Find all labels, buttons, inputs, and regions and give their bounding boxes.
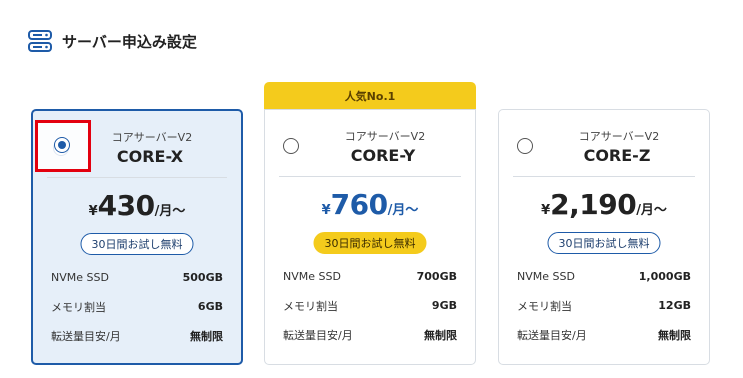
divider xyxy=(47,177,227,178)
spec-value: 700GB xyxy=(416,270,457,283)
trial-badge: 30日間お試し無料 xyxy=(547,232,661,254)
price-unit: /月〜 xyxy=(387,203,419,218)
spec-row: メモリ割当 6GB xyxy=(51,292,223,321)
spec-value: 9GB xyxy=(431,299,457,312)
spec-value: 1,000GB xyxy=(638,270,691,283)
popular-badge: 人気No.1 xyxy=(264,82,476,110)
plan-price: ¥430/月〜 xyxy=(33,189,241,222)
spec-row: 転送量目安/月 無制限 xyxy=(283,320,457,349)
spec-label: メモリ割当 xyxy=(517,299,572,313)
plan-name: CORE-Y xyxy=(350,146,416,165)
spec-label: NVMe SSD xyxy=(283,270,341,283)
plan-price: ¥760/月〜 xyxy=(265,188,475,221)
price-amount: 760 xyxy=(330,188,388,221)
spec-row: メモリ割当 9GB xyxy=(283,291,457,320)
spec-value: 無制限 xyxy=(658,328,691,342)
spec-label: 転送量目安/月 xyxy=(283,328,353,342)
spec-value: 無制限 xyxy=(190,329,223,343)
price-currency: ¥ xyxy=(321,203,331,218)
server-icon xyxy=(28,30,52,52)
price-unit: /月〜 xyxy=(636,203,667,218)
spec-row: 転送量目安/月 無制限 xyxy=(517,320,691,349)
plan-radio-core-x-highlight[interactable] xyxy=(54,137,70,153)
plan-specs: NVMe SSD 1,000GB メモリ割当 12GB 転送量目安/月 無制限 xyxy=(517,262,691,349)
trial-badge: 30日間お試し無料 xyxy=(313,232,427,254)
plan-specs: NVMe SSD 500GB メモリ割当 6GB 転送量目安/月 無制限 xyxy=(51,263,223,350)
spec-value: 6GB xyxy=(197,300,223,313)
spec-row: 転送量目安/月 無制限 xyxy=(51,321,223,350)
plan-price: ¥2,190/月〜 xyxy=(499,188,709,221)
plan-card-core-y[interactable]: コアサーバーV2 CORE-Y ¥760/月〜 30日間お試し無料 NVMe S… xyxy=(264,109,476,365)
spec-value: 12GB xyxy=(658,299,691,312)
price-amount: 430 xyxy=(97,189,155,222)
plan-name: CORE-Z xyxy=(583,146,651,165)
plan-card-core-z[interactable]: コアサーバーV2 CORE-Z ¥2,190/月〜 30日間お試し無料 NVMe… xyxy=(498,109,710,365)
plan-card-header: コアサーバーV2 CORE-Y xyxy=(265,110,475,172)
price-currency: ¥ xyxy=(88,204,98,219)
spec-label: 転送量目安/月 xyxy=(517,328,587,342)
spec-label: メモリ割当 xyxy=(51,300,106,314)
spec-value: 無制限 xyxy=(424,328,457,342)
price-amount: 2,190 xyxy=(550,188,637,221)
plan-series: コアサーバーV2 xyxy=(578,130,660,143)
trial-badge: 30日間お試し無料 xyxy=(80,233,194,255)
divider xyxy=(279,176,461,177)
plan-card-header: コアサーバーV2 CORE-Z xyxy=(499,110,709,172)
section-header: サーバー申込み設定 xyxy=(28,28,197,54)
divider xyxy=(513,176,695,177)
price-currency: ¥ xyxy=(541,203,551,218)
plan-specs: NVMe SSD 700GB メモリ割当 9GB 転送量目安/月 無制限 xyxy=(283,262,457,349)
spec-label: メモリ割当 xyxy=(283,299,338,313)
spec-label: NVMe SSD xyxy=(51,271,109,284)
spec-row: メモリ割当 12GB xyxy=(517,291,691,320)
plan-series: コアサーバーV2 xyxy=(344,130,426,143)
selection-highlight-box xyxy=(35,120,91,172)
spec-value: 500GB xyxy=(182,271,223,284)
section-title: サーバー申込み設定 xyxy=(62,32,197,51)
server-application-panel: サーバー申込み設定 コアサーバーV2 CORE-X ¥430/月〜 30日間お試… xyxy=(0,0,743,378)
spec-label: 転送量目安/月 xyxy=(51,329,121,343)
price-unit: /月〜 xyxy=(154,204,186,219)
spec-row: NVMe SSD 700GB xyxy=(283,262,457,291)
spec-label: NVMe SSD xyxy=(517,270,575,283)
spec-row: NVMe SSD 500GB xyxy=(51,263,223,292)
spec-row: NVMe SSD 1,000GB xyxy=(517,262,691,291)
